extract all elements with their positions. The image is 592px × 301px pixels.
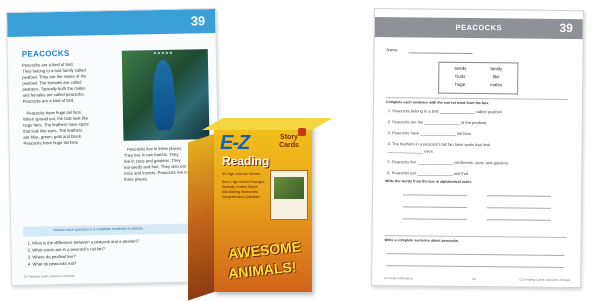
story-paragraph-left: Peacocks are a kind of bird. They belong…	[21, 61, 89, 146]
fill-in-item: 1. Peacocks belong to a bird ___________…	[387, 108, 503, 115]
fill-in-item: 6. Peacocks eat ________________ and fru…	[387, 170, 470, 177]
page-number: 39	[190, 13, 206, 29]
answer-line	[402, 218, 467, 220]
product-box: E-Z Reading Story Cards 30 High-Interest…	[188, 118, 333, 301]
fill-in-item: 4. The feathers in a peacock's tail fan …	[387, 141, 491, 148]
answer-line	[402, 206, 467, 208]
answer-line	[487, 195, 552, 197]
story-cards-label: Story Cards	[279, 134, 299, 149]
word-box-word: fruits	[455, 73, 466, 79]
brand-word: Reading	[222, 154, 270, 168]
footer-series: EZ Reading Cards: Awesome Animals	[519, 277, 571, 283]
section-instructions: Write a complete sentence about peacocks…	[384, 238, 460, 243]
word-box-word: males	[490, 82, 503, 88]
box-top	[202, 118, 333, 130]
question-item: 2. What colors are in a peacock's tail f…	[27, 246, 105, 253]
page-footer: EZ Reading Cards: Awesome Animals	[24, 273, 75, 279]
answer-line	[403, 194, 468, 196]
answer-line	[486, 207, 551, 209]
worksheet-page-number: 39	[559, 20, 573, 36]
word-box-word: huge	[455, 81, 466, 87]
question-item: 3. Where do peafowl live?	[27, 253, 76, 260]
box-subtitle: 30 High-Interest Stories	[222, 172, 260, 176]
answer-line	[486, 219, 551, 221]
section-instructions: Write the words from the box in alphabet…	[385, 179, 472, 185]
answer-line	[386, 265, 565, 269]
word-box-word: seeds	[454, 65, 467, 71]
answer-line	[386, 253, 565, 257]
name-line	[408, 52, 473, 55]
word-box-word: like	[492, 74, 500, 80]
footer-page-number: 39	[472, 277, 476, 282]
section-instructions: Complete each sentence with the correct …	[385, 100, 490, 106]
fill-in-item: 3. Peacocks have ________________ tail f…	[387, 130, 473, 137]
sample-card-image	[270, 170, 308, 220]
brand-logo: E-Z	[220, 132, 250, 154]
question-item: 4. What do peacocks eat?	[27, 260, 77, 267]
fill-in-item: 2. Peacocks are the ________________ of …	[387, 119, 488, 126]
box-side	[188, 134, 214, 301]
page-header-band	[7, 8, 216, 37]
name-label: Name:	[386, 47, 399, 53]
feature-list: Short, High-Interest Passages Specially …	[222, 180, 265, 199]
question-item: 1. What is the difference between a peac…	[27, 238, 139, 246]
word-box-word: family	[490, 66, 503, 72]
footer-publisher: Remedia Publications	[384, 276, 414, 281]
word-box: seeds family fruits like huge males	[438, 61, 519, 95]
story-title: PEACOCKS	[21, 48, 70, 59]
fill-in-item: 5. Peacocks live ________________ rainfo…	[387, 159, 510, 166]
fill-in-item-continued: ________________ eyes.	[387, 148, 434, 154]
worksheet-page: PEACOCKS 39 Name: seeds family fruits li…	[371, 8, 584, 289]
